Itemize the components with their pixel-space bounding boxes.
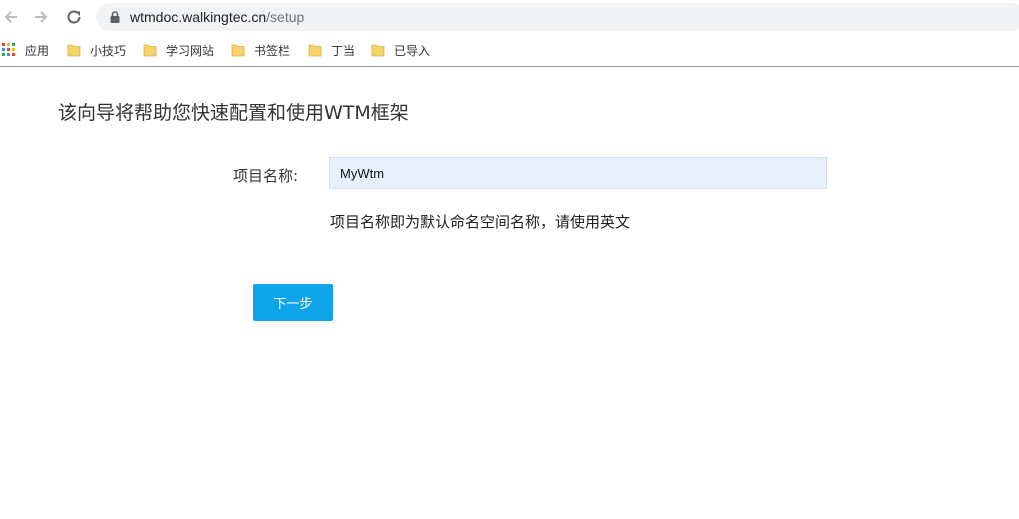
bookmark-label: 应用 <box>25 43 50 58</box>
next-step-button[interactable]: 下一步 <box>253 284 333 321</box>
bookmark-label: 丁当 <box>331 43 356 58</box>
folder-icon <box>308 44 322 57</box>
bookmark-folder-bookmarks[interactable]: 书签栏 <box>231 40 290 60</box>
bookmark-label: 小技巧 <box>90 43 127 58</box>
reload-button[interactable] <box>63 6 85 28</box>
url-path: /setup <box>266 9 305 25</box>
reload-icon <box>67 10 81 24</box>
bookmark-apps[interactable]: 应用 <box>2 40 49 60</box>
folder-icon <box>67 44 81 57</box>
project-name-hint: 项目名称即为默认命名空间名称，请使用英文 <box>330 213 631 231</box>
bookmark-folder-dingdang[interactable]: 丁当 <box>308 40 355 60</box>
bookmark-folder-learning[interactable]: 学习网站 <box>143 40 214 60</box>
arrow-right-icon <box>35 11 48 23</box>
bookmark-folder-imported[interactable]: 已导入 <box>371 40 430 60</box>
folder-icon <box>371 44 385 57</box>
folder-icon <box>231 44 245 57</box>
bookmark-label: 书签栏 <box>254 43 291 58</box>
back-button[interactable] <box>0 6 22 28</box>
lock-icon <box>110 11 120 23</box>
url-host: wtmdoc.walkingtec.cn <box>130 9 267 25</box>
bookmark-label: 已导入 <box>394 43 431 58</box>
bookmarks-bar: 应用 小技巧 学习网站 书签栏 丁当 已导入 <box>0 36 1019 63</box>
address-bar[interactable]: wtmdoc.walkingtec.cn/setup <box>96 3 1019 31</box>
folder-icon <box>143 44 157 57</box>
forward-button[interactable] <box>30 6 52 28</box>
bookmark-folder-tips[interactable]: 小技巧 <box>67 40 126 60</box>
page-title: 该向导将帮助您快速配置和使用WTM框架 <box>58 102 409 124</box>
url-text: wtmdoc.walkingtec.cn/setup <box>130 8 304 26</box>
project-name-input[interactable] <box>329 157 827 189</box>
apps-grid-icon <box>2 43 15 56</box>
project-name-label: 项目名称: <box>233 167 299 185</box>
toolbar-divider <box>0 66 1019 67</box>
arrow-left-icon <box>4 11 17 23</box>
browser-toolbar: wtmdoc.walkingtec.cn/setup <box>0 0 1019 34</box>
bookmark-label: 学习网站 <box>166 43 215 58</box>
